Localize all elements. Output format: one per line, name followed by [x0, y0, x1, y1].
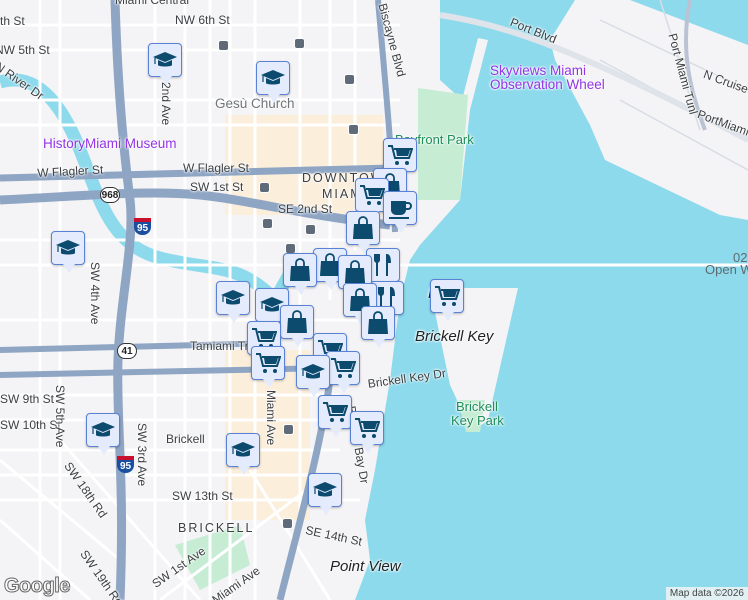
map-label: Miami Central	[115, 0, 190, 7]
bag-marker[interactable]	[346, 211, 380, 253]
map-label: Tamiami Trl	[190, 339, 252, 353]
cart-marker[interactable]	[326, 351, 360, 393]
map-label: SW 1st St	[190, 180, 244, 194]
school-marker[interactable]	[86, 413, 120, 455]
map-label: 2nd Ave	[159, 82, 173, 126]
transit-stop-icon[interactable]	[294, 38, 305, 49]
map-label[interactable]: Observation Wheel	[490, 78, 605, 92]
bag-icon	[353, 216, 373, 239]
map-label: SW 4th Ave	[88, 262, 102, 325]
map-label: Brickell	[456, 399, 498, 414]
interstate-shield: 95	[134, 218, 151, 235]
school-marker[interactable]	[226, 433, 260, 475]
cart-marker[interactable]	[430, 279, 464, 321]
coffee-marker[interactable]	[383, 191, 417, 233]
cart-marker[interactable]	[383, 138, 417, 180]
cart-icon	[355, 418, 380, 438]
transit-stop-icon[interactable]	[344, 74, 355, 85]
transit-stop-icon[interactable]	[305, 224, 316, 235]
cart-icon	[388, 145, 413, 165]
restaurant-icon	[374, 254, 391, 276]
cart-icon	[331, 358, 356, 378]
school-icon	[231, 442, 255, 457]
bag-icon	[290, 258, 310, 281]
school-icon	[221, 290, 245, 305]
transit-stop-icon[interactable]	[282, 518, 293, 529]
bag-icon	[368, 311, 388, 334]
bag-icon	[345, 260, 365, 283]
map-label: SW 5th Ave	[53, 385, 67, 448]
school-marker[interactable]	[256, 61, 290, 103]
map-label: NW 5th St	[0, 43, 50, 57]
bag-marker[interactable]	[361, 306, 395, 348]
school-icon	[313, 482, 337, 497]
map-label: Brickell	[166, 432, 205, 446]
cart-icon	[323, 402, 348, 422]
map-label: Gesù Church	[215, 96, 295, 111]
map-label: Point View	[330, 558, 401, 575]
school-marker[interactable]	[296, 355, 330, 397]
map-label: SW 10th St	[0, 418, 61, 432]
map-label: NW 6th St	[0, 14, 25, 28]
transit-stop-icon[interactable]	[262, 218, 273, 229]
school-marker[interactable]	[148, 43, 182, 85]
school-icon	[301, 364, 325, 379]
map-label: SW 9th St	[0, 392, 55, 406]
transit-stop-icon[interactable]	[348, 124, 359, 135]
google-logo: Google	[4, 575, 71, 598]
bag-marker[interactable]	[283, 253, 317, 295]
cart-marker[interactable]	[251, 346, 285, 388]
us-route-shield: 41	[117, 343, 137, 359]
map-label: BRICKELL	[178, 521, 255, 535]
map-label: Brickell Key	[415, 328, 494, 345]
transit-stop-icon[interactable]	[259, 182, 270, 193]
map-label: Key Park	[451, 413, 504, 428]
map-label: NW 6th St	[175, 13, 230, 27]
map-label: Open W	[705, 262, 748, 277]
bag-marker[interactable]	[280, 305, 314, 347]
coffee-icon	[389, 201, 412, 219]
map-label: Miami Ave	[264, 390, 278, 446]
map-canvas[interactable]: Miami Central NW 6th St NW 6th St NW 5th St…	[0, 0, 748, 600]
cart-icon	[435, 286, 460, 306]
map-label: SW 13th St	[172, 489, 233, 503]
map-label[interactable]: HistoryMiami Museum	[43, 137, 177, 151]
school-icon	[56, 240, 80, 255]
map-label: SW 3rd Ave	[135, 423, 149, 487]
cart-icon	[256, 353, 281, 373]
map-attribution[interactable]: Map data ©2026	[665, 587, 748, 600]
map-label: SE 2nd St	[278, 202, 333, 216]
bag-icon	[287, 310, 307, 333]
us-route-shield: 968	[100, 187, 120, 203]
school-marker[interactable]	[308, 473, 342, 515]
map-label[interactable]: Skyviews Miami	[490, 64, 586, 78]
cart-marker[interactable]	[318, 395, 352, 437]
school-marker[interactable]	[216, 281, 250, 323]
transit-stop-icon[interactable]	[218, 40, 229, 51]
school-marker[interactable]	[51, 231, 85, 273]
school-icon	[153, 52, 177, 67]
school-icon	[91, 422, 115, 437]
cart-icon	[360, 185, 385, 205]
school-icon	[261, 70, 285, 85]
cart-marker[interactable]	[350, 411, 384, 453]
interstate-shield: 95	[117, 456, 134, 473]
map-label: W Flagler St	[183, 161, 250, 175]
transit-stop-icon[interactable]	[283, 424, 294, 435]
